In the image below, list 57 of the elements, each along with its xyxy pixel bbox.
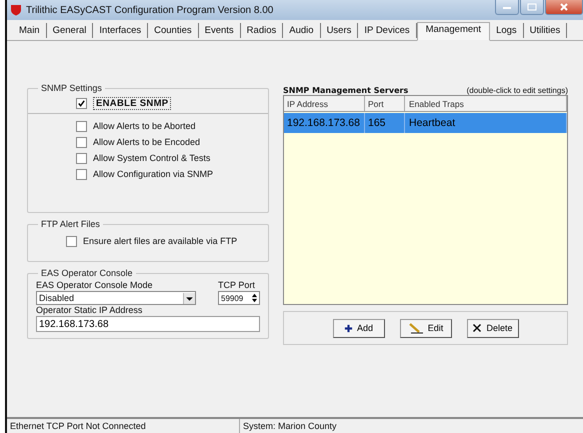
tab[interactable]: Main <box>13 23 47 38</box>
hint-text: (double-click to edit settings) <box>466 86 568 95</box>
tab[interactable]: General <box>46 23 94 38</box>
close-icon <box>472 323 482 333</box>
field-label: TCP Port <box>218 280 256 290</box>
table-cell: 192.168.173.68 <box>284 113 365 133</box>
spin-field[interactable]: 59909 <box>218 291 260 305</box>
group-title: EAS Operator Console <box>40 268 134 278</box>
group-title: SNMP Settings <box>40 83 103 93</box>
tab[interactable]: Audio <box>283 23 321 38</box>
checkbox-label: Allow Configuration via SNMP <box>93 169 214 179</box>
field-label: Operator Static IP Address <box>36 305 142 315</box>
tab[interactable]: Counties <box>148 23 199 38</box>
checkbox-label: ENABLE SNMP <box>93 96 172 110</box>
checkbox[interactable]: Ensure alert files are available via FTP <box>66 233 260 249</box>
table-cell: Heartbeat <box>405 113 567 133</box>
close-icon <box>558 2 570 12</box>
table-cell: 165 <box>365 113 405 133</box>
checkbox[interactable]: Allow Configuration via SNMP <box>76 166 260 182</box>
list-row[interactable]: 192.168.173.68 165 Heartbeat <box>284 113 567 133</box>
maximize-button[interactable] <box>520 0 544 15</box>
column-header[interactable]: Port <box>365 96 405 111</box>
group-title: FTP Alert Files <box>40 219 101 229</box>
shield-icon <box>10 4 22 16</box>
checkbox-label: Allow System Control & Tests <box>93 153 210 163</box>
tab[interactable]: Management <box>416 22 490 41</box>
tab[interactable]: Radios <box>240 23 284 38</box>
status-text: Ethernet TCP Port Not Connected <box>7 419 240 433</box>
window-title: Trilithic EASyCAST Configuration Program Version 8.00 <box>26 4 274 16</box>
status-text: System: Marion County <box>242 420 337 433</box>
tab[interactable]: Interfaces <box>93 23 148 38</box>
tab[interactable]: Events <box>198 23 241 38</box>
minimize-button[interactable] <box>495 0 519 15</box>
pencil-icon <box>408 322 424 334</box>
checkbox[interactable]: Allow Alerts to be Encoded <box>76 134 260 150</box>
maximize-icon <box>526 3 538 11</box>
checkbox-label: Allow Alerts to be Encoded <box>93 137 200 147</box>
add-button[interactable]: Add <box>332 318 384 338</box>
spinner-arrows-icon <box>250 292 259 304</box>
list-title: SNMP Management Servers <box>283 86 408 95</box>
column-header[interactable]: IP Address <box>284 96 365 111</box>
checkbox-label: Allow Alerts to be Aborted <box>93 121 196 131</box>
tab[interactable]: Utilities <box>524 23 568 38</box>
delete-button[interactable]: Delete <box>466 318 518 338</box>
checkbox[interactable]: ENABLE SNMP <box>76 95 260 111</box>
checkbox[interactable]: Allow Alerts to be Aborted <box>76 118 260 134</box>
dropdown[interactable]: Disabled <box>36 291 196 305</box>
edit-button[interactable]: Edit <box>400 318 452 338</box>
checkbox-label: Ensure alert files are available via FTP <box>83 236 238 246</box>
tab[interactable]: Users <box>320 23 358 38</box>
input-field[interactable]: 192.168.173.68 <box>36 316 260 332</box>
column-header[interactable]: Enabled Traps <box>405 96 567 111</box>
field-label: EAS Operator Console Mode <box>36 280 154 290</box>
close-button[interactable] <box>545 0 583 15</box>
tab[interactable]: Logs <box>490 23 524 38</box>
plus-icon <box>344 324 353 332</box>
checkbox[interactable]: Allow System Control & Tests <box>76 150 260 166</box>
